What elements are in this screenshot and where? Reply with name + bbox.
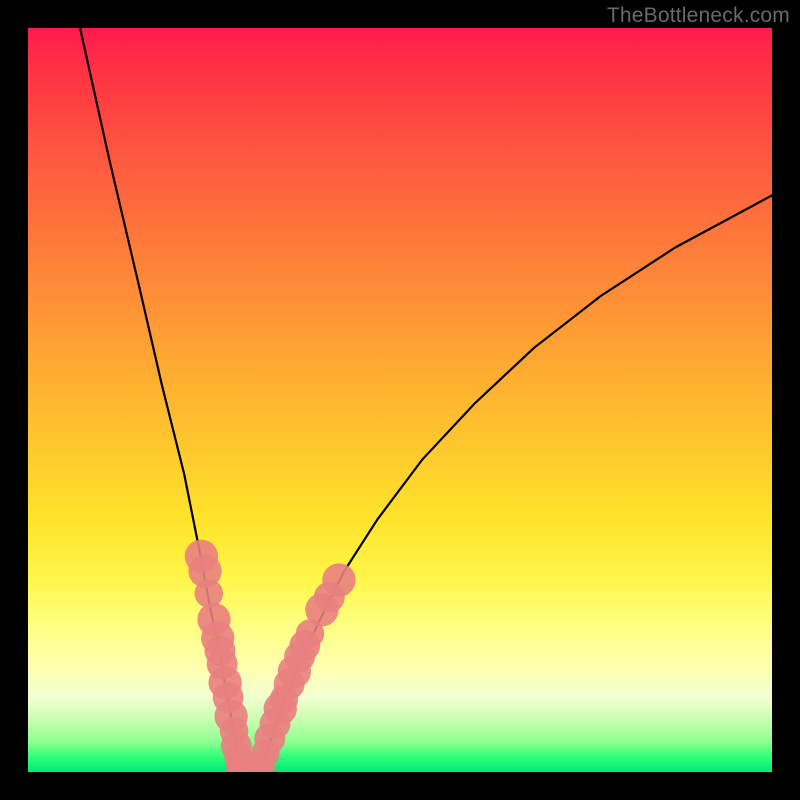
curves-layer [28, 28, 772, 772]
data-point [322, 563, 355, 596]
watermark-text: TheBottleneck.com [607, 4, 790, 28]
right-curve [259, 195, 772, 772]
plot-area [28, 28, 772, 772]
data-point [195, 579, 224, 608]
chart-canvas: TheBottleneck.com [0, 0, 800, 800]
data-point-cluster [185, 540, 356, 772]
